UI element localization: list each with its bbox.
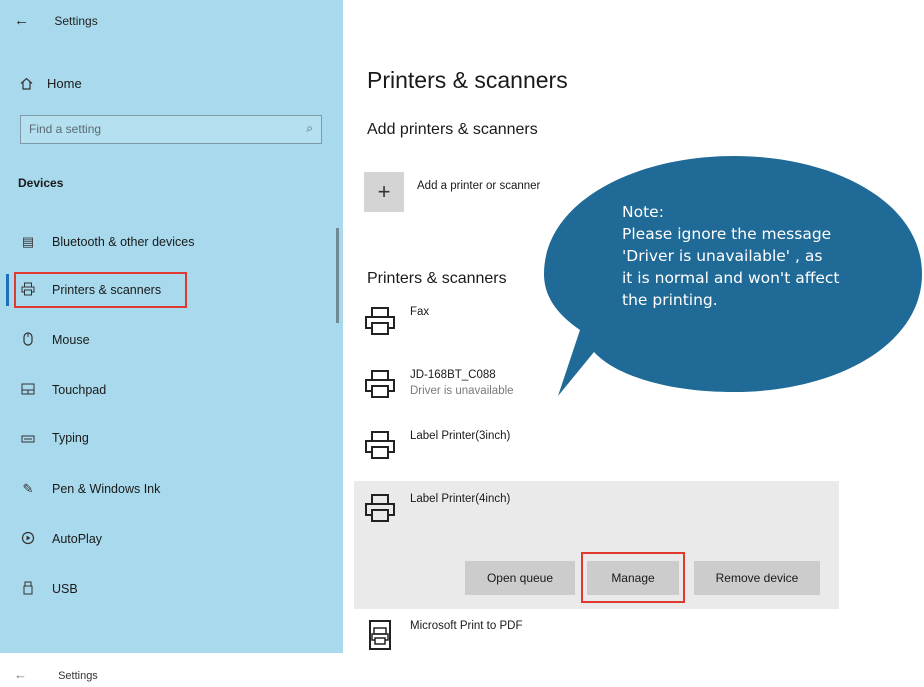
sidebar-item-typing[interactable]: Typing: [18, 424, 89, 452]
highlight-box: [581, 552, 685, 603]
sidebar-item-label: Pen & Windows Ink: [52, 482, 161, 496]
note-line: 'Driver is unavailable' , as: [622, 247, 823, 265]
touchpad-icon: [18, 383, 38, 398]
add-printer-button[interactable]: +: [364, 172, 404, 212]
add-printer-label[interactable]: Add a printer or scanner: [417, 180, 540, 192]
sidebar-item-touchpad[interactable]: Touchpad: [18, 376, 106, 404]
list-item[interactable]: Label Printer(3inch): [364, 430, 510, 460]
list-item[interactable]: Fax: [364, 306, 429, 336]
note-heading: Note:: [622, 203, 664, 221]
printer-icon: [365, 431, 395, 459]
window-title: Settings: [54, 14, 98, 28]
usb-icon: [18, 581, 38, 598]
section-heading: Devices: [18, 176, 64, 190]
autoplay-icon: [18, 531, 38, 548]
scrollbar[interactable]: [336, 228, 339, 323]
home-icon: [20, 77, 33, 90]
sidebar-item-printers[interactable]: Printers & scanners: [18, 276, 161, 304]
note-line: Please ignore the message: [622, 225, 832, 243]
sidebar-item-mouse[interactable]: Mouse: [18, 326, 90, 354]
sidebar-item-label: Touchpad: [52, 383, 107, 397]
printer-icon: [365, 307, 395, 335]
keyboard-icon: [18, 431, 38, 446]
open-queue-button[interactable]: Open queue: [465, 561, 575, 595]
plus-icon: +: [377, 179, 391, 204]
sidebar-item-label: Bluetooth & other devices: [52, 235, 195, 249]
mouse-icon: [18, 331, 38, 349]
sidebar-item-pen[interactable]: ✎ Pen & Windows Ink: [18, 475, 161, 503]
sidebar-item-label: Printers & scanners: [52, 283, 162, 297]
sidebar-item-label: USB: [52, 582, 78, 596]
search-placeholder: Find a setting: [29, 122, 102, 136]
sidebar-item-autoplay[interactable]: AutoPlay: [18, 525, 102, 553]
printer-name: JD-168BT_C088: [410, 369, 496, 381]
selection-indicator: [6, 274, 9, 306]
sidebar-item-home[interactable]: Home: [20, 76, 82, 91]
note-text: Note: Please ignore the message 'Driver …: [622, 201, 912, 311]
sidebar-item-bluetooth[interactable]: ▤ Bluetooth & other devices: [18, 228, 195, 256]
sidebar-item-label: Mouse: [52, 333, 90, 347]
note-line: it is normal and won't affect: [622, 269, 840, 287]
printer-icon: [365, 370, 395, 398]
bluetooth-devices-icon: ▤: [21, 234, 35, 249]
printer-name: Fax: [410, 306, 430, 318]
printer-name: Microsoft Print to PDF: [410, 620, 523, 632]
sidebar-item-label: Typing: [52, 431, 89, 445]
title-bar: ← Settings: [14, 12, 98, 29]
list-item[interactable]: Label Printer(4inch): [364, 493, 510, 523]
add-section-title: Add printers & scanners: [367, 121, 538, 138]
page-title: Printers & scanners: [367, 67, 568, 93]
list-item[interactable]: JD-168BT_C088 Driver is unavailable: [364, 369, 514, 399]
printer-name: Label Printer(3inch): [410, 430, 511, 442]
window-title: Settings: [58, 670, 98, 682]
pdf-printer-icon: [369, 620, 391, 650]
sidebar-item-usb[interactable]: USB: [18, 575, 78, 603]
sidebar: ← Settings Home Find a setting ⌕ Devices…: [0, 0, 343, 653]
search-icon: ⌕: [306, 121, 313, 135]
printers-list-title: Printers & scanners: [367, 270, 507, 287]
list-item[interactable]: Microsoft Print to PDF: [364, 620, 522, 650]
printer-status: Driver is unavailable: [410, 385, 514, 397]
pen-icon: ✎: [22, 481, 34, 496]
home-label: Home: [47, 76, 82, 91]
search-input[interactable]: Find a setting ⌕: [20, 115, 322, 144]
printer-icon: [18, 282, 38, 299]
bottom-title-bar: ← Settings: [14, 667, 98, 682]
remove-device-button[interactable]: Remove device: [694, 561, 820, 595]
back-arrow-icon[interactable]: ←: [14, 12, 29, 29]
sidebar-item-label: AutoPlay: [52, 532, 103, 546]
note-line: the printing.: [622, 291, 718, 309]
printer-icon: [365, 494, 395, 522]
printer-name: Label Printer(4inch): [410, 493, 511, 505]
back-arrow-icon[interactable]: ←: [14, 667, 27, 682]
